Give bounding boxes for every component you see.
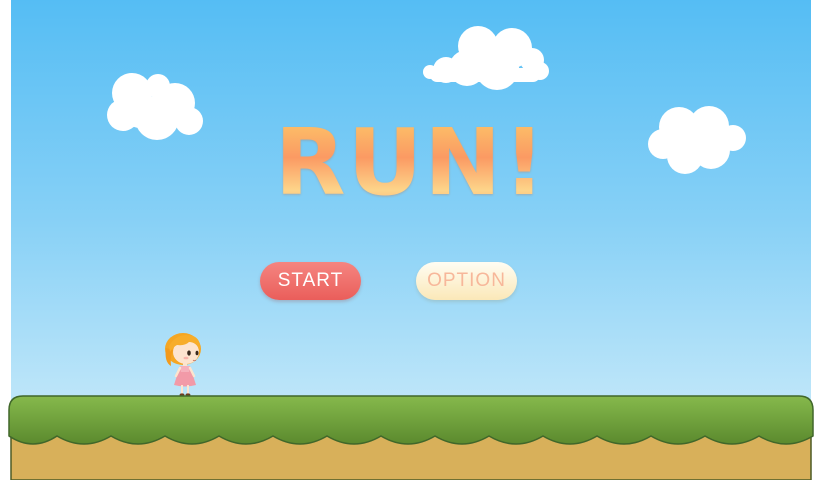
cloud-top-center	[423, 26, 549, 90]
player-character	[165, 333, 201, 397]
game-title: RUN!	[11, 108, 811, 218]
option-button[interactable]: OPTION	[416, 262, 517, 300]
start-button[interactable]: START	[260, 262, 361, 300]
ground	[8, 395, 814, 480]
